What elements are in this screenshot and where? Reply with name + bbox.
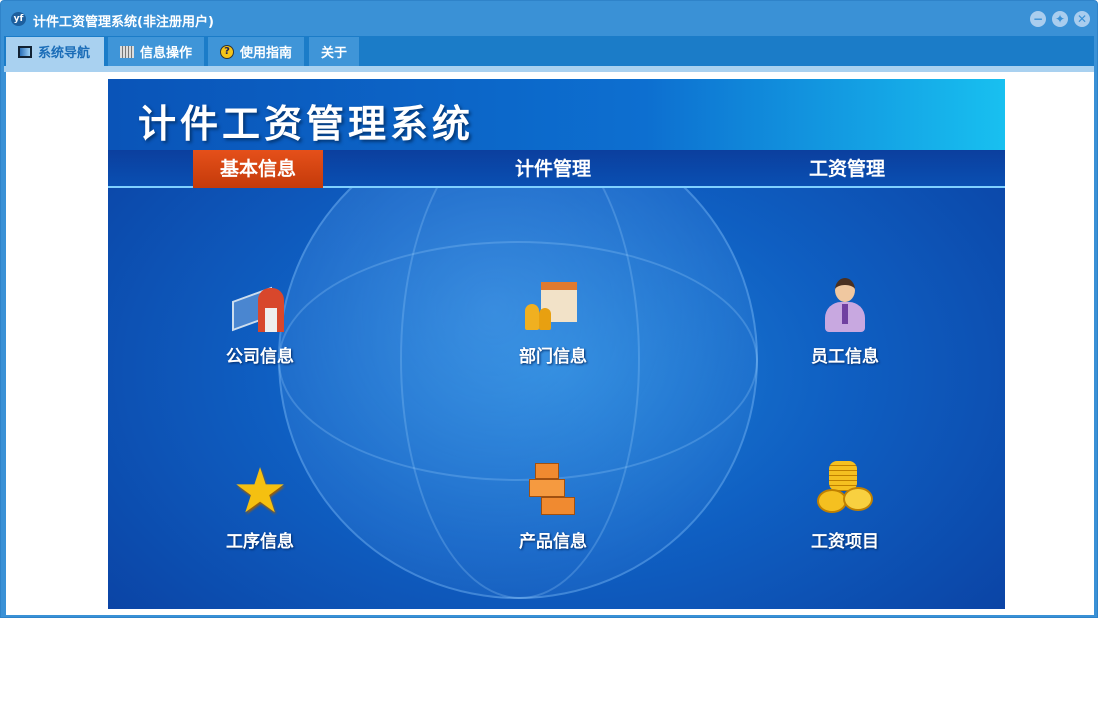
department-icon	[521, 274, 585, 338]
tab-label: 系统导航	[38, 46, 91, 61]
nav-piece-management[interactable]: 计件管理	[488, 150, 618, 188]
star-icon: ★	[232, 454, 288, 527]
banner-nav: 基本信息 计件管理 工资管理	[108, 150, 1005, 188]
tab-guide[interactable]: ? 使用指南	[208, 37, 304, 66]
tab-label: 信息操作	[140, 46, 193, 61]
tab-label: 使用指南	[240, 46, 293, 61]
tile-label: 公司信息	[226, 347, 294, 367]
tile-process-info[interactable]: ★ 工序信息	[200, 454, 320, 553]
app-logo-icon: yf	[11, 12, 26, 26]
window-title: 计件工资管理系统(非注册用户)	[33, 15, 214, 30]
tile-label: 产品信息	[519, 532, 587, 552]
tab-about[interactable]: 关于	[309, 37, 359, 66]
tile-label: 员工信息	[811, 347, 879, 367]
banner-title: 计件工资管理系统	[138, 102, 475, 146]
grid-icon	[120, 45, 134, 58]
close-button[interactable]: ✕	[1074, 11, 1090, 27]
boxes-icon	[521, 459, 585, 523]
tab-bar: 系统导航 信息操作 ? 使用指南 关于	[4, 36, 1094, 66]
coins-icon	[813, 459, 877, 523]
tile-company-info[interactable]: 公司信息	[200, 274, 320, 367]
minimize-button[interactable]: −	[1030, 11, 1046, 27]
banner-header: 计件工资管理系统	[108, 79, 1005, 150]
nav-basic-info[interactable]: 基本信息	[193, 150, 323, 188]
nav-salary-management[interactable]: 工资管理	[782, 150, 912, 188]
maximize-button[interactable]: ✦	[1052, 11, 1068, 27]
tile-salary-items[interactable]: 工资项目	[785, 459, 905, 552]
tile-label: 工资项目	[811, 532, 879, 552]
title-bar: yf 计件工资管理系统(非注册用户) − ✦ ✕	[1, 1, 1097, 36]
employee-icon	[813, 274, 877, 338]
tile-label: 工序信息	[226, 532, 294, 552]
tile-employee-info[interactable]: 员工信息	[785, 274, 905, 367]
tile-department-info[interactable]: 部门信息	[493, 274, 613, 367]
tab-info-ops[interactable]: 信息操作	[108, 37, 204, 66]
tab-system-nav[interactable]: 系统导航	[6, 37, 104, 66]
building-book-icon	[228, 274, 292, 338]
tab-label: 关于	[321, 46, 348, 61]
tile-label: 部门信息	[519, 347, 587, 367]
nav-banner: 计件工资管理系统 基本信息 计件管理 工资管理 公司信息 部门信息 员工信息 ★…	[108, 79, 1005, 609]
tile-product-info[interactable]: 产品信息	[493, 459, 613, 552]
monitor-icon	[18, 45, 32, 58]
help-icon: ?	[220, 44, 234, 59]
